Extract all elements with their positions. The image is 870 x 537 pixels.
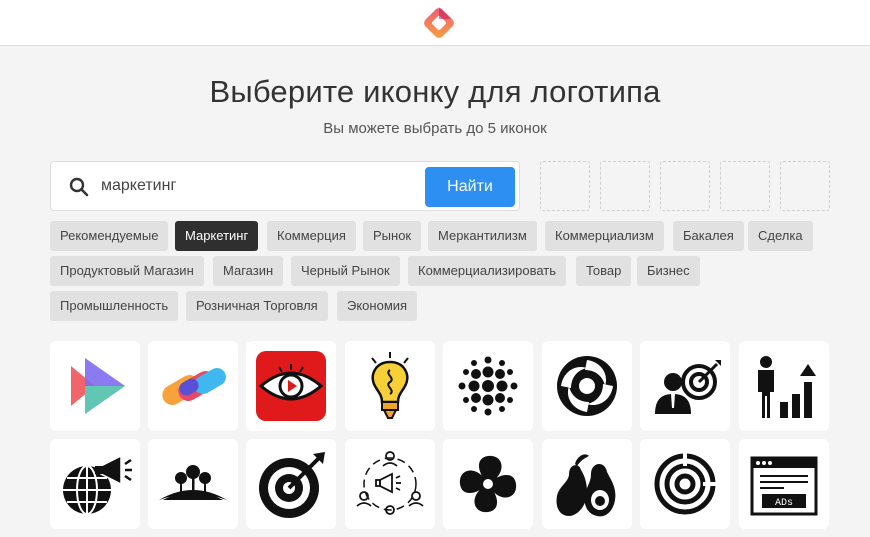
team-megaphone-icon: [356, 451, 424, 515]
search-input[interactable]: [101, 172, 461, 200]
swirl-icon: [557, 356, 617, 416]
businessman-growth-chart-icon: [758, 356, 816, 418]
icon-tile-avocado[interactable]: [542, 439, 632, 529]
tag-9[interactable]: Магазин: [213, 256, 284, 286]
tag-10[interactable]: Черный Рынок: [291, 256, 400, 286]
tag-6[interactable]: Бакалея: [673, 221, 744, 251]
top-bar: [0, 0, 870, 46]
icon-tile-eye-play[interactable]: [246, 341, 336, 431]
dotted-sphere-icon: [458, 356, 518, 416]
tag-12[interactable]: Товар: [576, 256, 632, 286]
tag-4[interactable]: Меркантилизм: [428, 221, 537, 251]
tag-13[interactable]: Бизнес: [637, 256, 700, 286]
lightbulb-icon: [371, 352, 409, 419]
selected-icon-slot-2[interactable]: [600, 161, 650, 211]
app-logo-icon[interactable]: [418, 2, 460, 44]
tag-0[interactable]: Рекомендуемые: [50, 221, 169, 251]
selected-icon-slot-3[interactable]: [660, 161, 710, 211]
selected-icon-slot-5[interactable]: [780, 161, 830, 211]
tag-14[interactable]: Промышленность: [50, 291, 179, 321]
icon-tile-businessman-target[interactable]: [640, 341, 730, 431]
icon-tile-play-arrows[interactable]: [50, 341, 140, 431]
icon-tile-team-megaphone[interactable]: [345, 439, 435, 529]
tag-16[interactable]: Экономия: [337, 291, 418, 321]
icon-tile-lightbulb[interactable]: [345, 341, 435, 431]
businessman-target-icon: [655, 360, 721, 414]
page-subtitle: Вы можете выбрать до 5 иконок: [323, 120, 547, 137]
selected-icon-slot-4[interactable]: [720, 161, 770, 211]
eye-play-icon: [256, 351, 326, 421]
tag-3[interactable]: Рынок: [363, 221, 422, 251]
colorful-pills-icon: [162, 368, 226, 405]
icon-tile-globe-megaphone[interactable]: [50, 439, 140, 529]
icon-tile-bullseye[interactable]: [640, 439, 730, 529]
tag-11[interactable]: Коммерциализировать: [408, 256, 567, 286]
icon-tile-target-arrow[interactable]: [246, 439, 336, 529]
tag-5[interactable]: Коммерциализм: [545, 221, 664, 251]
play-arrows-icon: [71, 358, 125, 414]
icon-tile-businessman-growth[interactable]: [739, 341, 829, 431]
search-button[interactable]: Найти: [425, 167, 515, 207]
selected-icon-slot-1[interactable]: [540, 161, 590, 211]
icon-tile-infinity-loop[interactable]: [443, 439, 533, 529]
search-icon: [69, 177, 89, 197]
tag-8[interactable]: Продуктовый Магазин: [50, 256, 204, 286]
page-title: Выберите иконку для логотипа: [209, 74, 661, 109]
target-arrow-icon: [259, 452, 325, 518]
icon-tile-dotted-sphere[interactable]: [443, 341, 533, 431]
tag-2[interactable]: Коммерция: [267, 221, 356, 251]
icon-tile-colorful-pills[interactable]: [148, 341, 238, 431]
bullseye-icon: [654, 452, 717, 515]
tree-hill-icon: [159, 465, 227, 500]
icon-tile-swirl[interactable]: [542, 341, 632, 431]
avocado-icon: [556, 454, 616, 517]
tag-1-active[interactable]: Маркетинг: [175, 221, 259, 251]
icon-tile-ads-browser[interactable]: ADs: [739, 439, 829, 529]
ads-browser-icon: ADs: [750, 456, 818, 516]
search-box: Найти: [50, 161, 520, 211]
svg-text:ADs: ADs: [775, 498, 793, 509]
icon-tile-tree-hill[interactable]: [148, 439, 238, 529]
tag-7[interactable]: Сделка: [748, 221, 813, 251]
tag-15[interactable]: Розничная Торговля: [186, 291, 328, 321]
globe-megaphone-icon: [63, 454, 132, 515]
infinity-loop-icon: [459, 455, 517, 513]
